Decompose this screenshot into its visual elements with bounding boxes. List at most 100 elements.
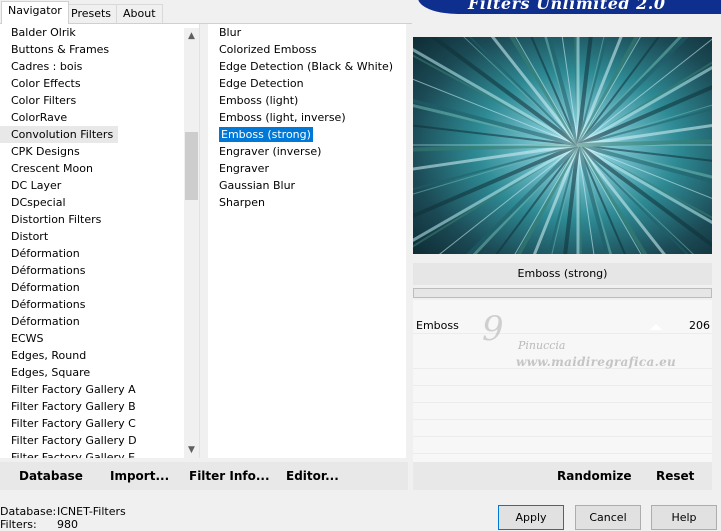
category-item[interactable]: Filter Factory Gallery A xyxy=(0,381,199,398)
category-item[interactable]: DC Layer xyxy=(0,177,199,194)
filter-item-label: Engraver xyxy=(219,162,269,175)
status-database-value: ICNET-Filters xyxy=(57,505,126,518)
status-filters-value: 980 xyxy=(57,518,78,531)
category-item-label: Déformations xyxy=(11,298,86,311)
watermark-logo-icon: 9 xyxy=(482,309,504,349)
filter-item-label: Emboss (light) xyxy=(219,94,299,107)
param-row-empty xyxy=(413,386,712,403)
tab-strip: Navigator Presets About xyxy=(0,0,412,24)
category-item[interactable]: Buttons & Frames xyxy=(0,41,199,58)
category-item-label: Filter Factory Gallery D xyxy=(11,434,137,447)
filter-item[interactable]: Blur xyxy=(208,24,406,41)
category-item[interactable]: Balder Olrik xyxy=(0,24,199,41)
status-filters-label: Filters: xyxy=(0,518,37,531)
filter-info-button[interactable]: Filter Info... xyxy=(189,469,270,483)
category-scrollbar[interactable]: ▲ ▼ xyxy=(184,28,199,458)
filter-item[interactable]: Sharpen xyxy=(208,194,406,211)
category-item[interactable]: Filter Factory Gallery E xyxy=(0,449,199,458)
category-item[interactable]: ColorRave xyxy=(0,109,199,126)
watermark: 9 Pinuccia www.maidiregrafica.eu xyxy=(482,305,692,375)
filter-item-label: Colorized Emboss xyxy=(219,43,317,56)
filter-item-label: Emboss (light, inverse) xyxy=(219,111,346,124)
status-database-label: Database: xyxy=(0,505,57,518)
category-item-label: Filter Factory Gallery E xyxy=(11,451,136,458)
category-item[interactable]: Filter Factory Gallery B xyxy=(0,398,199,415)
category-item-label: Filter Factory Gallery B xyxy=(11,400,136,413)
category-item-label: ColorRave xyxy=(11,111,68,124)
category-item-label: Buttons & Frames xyxy=(11,43,110,56)
category-item[interactable]: Convolution Filters xyxy=(0,126,199,143)
category-item-label: Déformations xyxy=(11,264,86,277)
tab-navigator[interactable]: Navigator xyxy=(1,1,69,24)
category-item[interactable]: Color Effects xyxy=(0,75,199,92)
category-item[interactable]: Distortion Filters xyxy=(0,211,199,228)
filter-item[interactable]: Colorized Emboss xyxy=(208,41,406,58)
category-item[interactable]: Déformation xyxy=(0,313,199,330)
filter-item[interactable]: Gaussian Blur xyxy=(208,177,406,194)
right-toolbar: Randomize Reset xyxy=(413,462,712,490)
category-list[interactable]: Balder Olrik Buttons & Frames Cadres : boi… xyxy=(0,24,200,458)
scroll-up-icon[interactable]: ▲ xyxy=(184,28,199,44)
category-item[interactable]: Déformations xyxy=(0,296,199,313)
category-item[interactable]: Déformation xyxy=(0,245,199,262)
editor-button[interactable]: Editor... xyxy=(286,469,339,483)
category-item[interactable]: Filter Factory Gallery D xyxy=(0,432,199,449)
param-row-empty xyxy=(413,403,712,420)
filter-item[interactable]: Engraver xyxy=(208,160,406,177)
tab-about[interactable]: About xyxy=(116,4,163,24)
filter-item-label: Edge Detection xyxy=(219,77,304,90)
status-filters: Filters: 980 xyxy=(0,518,78,531)
preview-burst-image xyxy=(413,37,712,254)
category-item-label: Color Effects xyxy=(11,77,81,90)
param-value: 206 xyxy=(689,319,710,332)
tab-presets[interactable]: Presets xyxy=(64,4,119,24)
category-item[interactable]: DCspecial xyxy=(0,194,199,211)
param-row-empty xyxy=(413,437,712,454)
filter-item[interactable]: Edge Detection (Black & White) xyxy=(208,58,406,75)
filter-item[interactable]: Emboss (light, inverse) xyxy=(208,109,406,126)
category-item[interactable]: ECWS xyxy=(0,330,199,347)
filter-item[interactable]: Emboss (strong) xyxy=(208,126,406,143)
filter-item[interactable]: Engraver (inverse) xyxy=(208,143,406,160)
filter-item-label: Blur xyxy=(219,26,242,39)
filter-item[interactable]: Emboss (light) xyxy=(208,92,406,109)
category-item-label: DC Layer xyxy=(11,179,62,192)
filter-list[interactable]: Blur Colorized Emboss Edge Detection (Blac… xyxy=(208,24,406,458)
category-item-label: ECWS xyxy=(11,332,44,345)
category-item[interactable]: Déformations xyxy=(0,262,199,279)
apply-button[interactable]: Apply xyxy=(498,505,564,530)
reset-button[interactable]: Reset xyxy=(656,469,694,483)
category-item[interactable]: Cadres : bois xyxy=(0,58,199,75)
filter-item-label: Edge Detection (Black & White) xyxy=(219,60,394,73)
category-item[interactable]: Filter Factory Gallery C xyxy=(0,415,199,432)
category-item[interactable]: CPK Designs xyxy=(0,143,199,160)
category-item[interactable]: Crescent Moon xyxy=(0,160,199,177)
filter-item-label: Sharpen xyxy=(219,196,265,209)
category-item-label: Déformation xyxy=(11,315,80,328)
cancel-button[interactable]: Cancel xyxy=(575,505,641,530)
category-item[interactable]: Edges, Round xyxy=(0,347,199,364)
watermark-url: www.maidiregrafica.eu xyxy=(516,355,677,369)
category-item-label: Déformation xyxy=(11,281,80,294)
scroll-thumb[interactable] xyxy=(185,132,198,200)
database-button[interactable]: Database xyxy=(19,469,83,483)
watermark-author: Pinuccia xyxy=(518,339,566,352)
category-item[interactable]: Edges, Square xyxy=(0,364,199,381)
category-item-label: Filter Factory Gallery C xyxy=(11,417,136,430)
category-item-label: Balder Olrik xyxy=(11,26,76,39)
filter-item-label: Engraver (inverse) xyxy=(219,145,322,158)
help-button[interactable]: Help xyxy=(651,505,717,530)
left-toolbar: Database Import... Filter Info... Editor… xyxy=(0,462,408,490)
category-item-label: Crescent Moon xyxy=(11,162,93,175)
import-button[interactable]: Import... xyxy=(110,469,169,483)
filter-item-label: Gaussian Blur xyxy=(219,179,296,192)
category-item-label: Distort xyxy=(11,230,49,243)
scroll-down-icon[interactable]: ▼ xyxy=(184,442,199,458)
category-item[interactable]: Déformation xyxy=(0,279,199,296)
randomize-button[interactable]: Randomize xyxy=(557,469,631,483)
category-item[interactable]: Color Filters xyxy=(0,92,199,109)
preview-image xyxy=(413,37,712,254)
filter-item[interactable]: Edge Detection xyxy=(208,75,406,92)
category-item[interactable]: Distort xyxy=(0,228,199,245)
category-item-label: Edges, Round xyxy=(11,349,87,362)
